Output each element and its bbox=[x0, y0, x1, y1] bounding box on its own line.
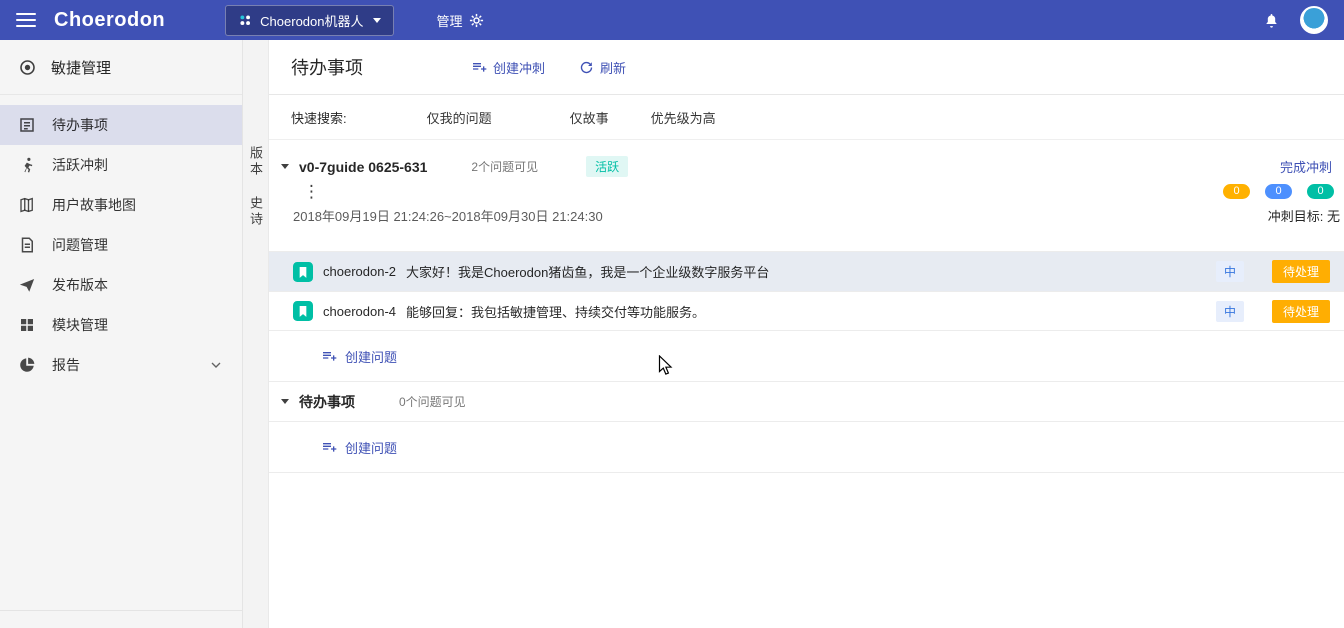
sprint-header: v0-7guide 0625-631 2个问题可见 活跃 完成冲刺 bbox=[269, 140, 1344, 181]
sidebar-item-story-map[interactable]: 用户故事地图 bbox=[0, 185, 242, 225]
report-pie-icon bbox=[18, 356, 36, 374]
sprint-meta-row: ⋮ 0 0 0 bbox=[269, 181, 1344, 200]
create-issue-button[interactable]: 创建问题 bbox=[269, 331, 1344, 382]
filter-high-priority[interactable]: 优先级为高 bbox=[651, 108, 716, 127]
backlog-section: 待办事项 0个问题可见 创建问题 bbox=[269, 382, 1344, 473]
filter-only-stories[interactable]: 仅故事 bbox=[570, 108, 609, 127]
status-badge: 待处理 bbox=[1272, 300, 1330, 323]
create-issue-button[interactable]: 创建问题 bbox=[269, 422, 1344, 473]
project-selector[interactable]: Choerodon机器人 bbox=[225, 5, 394, 36]
todo-counter-badge: 0 bbox=[1223, 184, 1250, 199]
quick-search-label: 快速搜索: bbox=[291, 108, 347, 127]
paper-plane-icon bbox=[18, 276, 36, 294]
quick-search-bar: 快速搜索: 仅我的问题 仅故事 优先级为高 bbox=[269, 95, 1344, 140]
document-icon bbox=[18, 236, 36, 254]
menu-icon[interactable] bbox=[16, 13, 36, 27]
backlog-visible-count: 0个问题可见 bbox=[399, 393, 466, 410]
issue-key: choerodon-4 bbox=[323, 304, 396, 319]
sidebar-title-label: 敏捷管理 bbox=[51, 57, 111, 78]
sidebar: 敏捷管理 待办事项 活跃冲刺 用户故事地图 bbox=[0, 40, 243, 628]
project-icon bbox=[238, 13, 252, 27]
admin-button[interactable]: 管理 bbox=[436, 11, 483, 30]
sprint-date-range: 2018年09月19日 21:24:26~2018年09月30日 21:24:3… bbox=[293, 206, 603, 225]
sidebar-footer bbox=[0, 610, 242, 628]
sidebar-item-module-manage[interactable]: 模块管理 bbox=[0, 305, 242, 345]
sprint-goal: 冲刺目标: 无 bbox=[1268, 206, 1340, 225]
sidebar-item-reports[interactable]: 报告 bbox=[0, 345, 242, 385]
user-avatar[interactable] bbox=[1300, 6, 1328, 34]
sidebar-title: 敏捷管理 bbox=[0, 40, 242, 95]
sidebar-item-label: 发布版本 bbox=[52, 275, 108, 295]
priority-badge: 中 bbox=[1216, 301, 1244, 322]
status-badge: 待处理 bbox=[1272, 260, 1330, 283]
gear-icon bbox=[469, 13, 484, 28]
top-navbar: Choerodon Choerodon机器人 管理 bbox=[0, 0, 1344, 40]
backlog-name: 待办事项 bbox=[299, 392, 355, 412]
sidebar-item-issue-manage[interactable]: 问题管理 bbox=[0, 225, 242, 265]
priority-badge: 中 bbox=[1216, 261, 1244, 282]
chevron-down-icon bbox=[373, 18, 381, 23]
chevron-down-icon bbox=[208, 357, 224, 373]
sidebar-item-label: 问题管理 bbox=[52, 235, 108, 255]
collapse-caret-icon[interactable] bbox=[281, 164, 289, 169]
done-counter-badge: 0 bbox=[1307, 184, 1334, 199]
story-type-icon bbox=[293, 301, 313, 321]
issue-summary: 大家好！我是Choerodon猪齿鱼，我是一个企业级数字服务平台 bbox=[406, 262, 769, 281]
sprint-section: v0-7guide 0625-631 2个问题可见 活跃 完成冲刺 ⋮ 0 0 … bbox=[269, 140, 1344, 382]
sidebar-item-active-sprint[interactable]: 活跃冲刺 bbox=[0, 145, 242, 185]
more-options-icon[interactable]: ⋮ bbox=[303, 183, 320, 200]
notifications-bell-icon[interactable] bbox=[1263, 12, 1280, 29]
issue-key: choerodon-2 bbox=[323, 264, 396, 279]
issue-counters: 0 0 0 bbox=[1223, 184, 1334, 199]
collapsed-panels-strip: 版本 史诗 bbox=[243, 40, 269, 628]
sprint-dates-row: 2018年09月19日 21:24:26~2018年09月30日 21:24:3… bbox=[269, 200, 1344, 237]
app-logo: Choerodon bbox=[54, 9, 165, 32]
playlist-add-icon bbox=[321, 348, 337, 364]
playlist-add-icon bbox=[321, 439, 337, 455]
sidebar-item-label: 模块管理 bbox=[52, 315, 108, 335]
modules-grid-icon bbox=[18, 316, 36, 334]
refresh-button[interactable]: 刷新 bbox=[579, 58, 626, 77]
sidebar-item-label: 报告 bbox=[52, 355, 80, 375]
backlog-header: 待办事项 0个问题可见 bbox=[269, 382, 1344, 422]
sprint-name: v0-7guide 0625-631 bbox=[299, 159, 427, 175]
page-header: 待办事项 创建冲刺 刷新 bbox=[269, 40, 1344, 95]
complete-sprint-button[interactable]: 完成冲刺 bbox=[1280, 157, 1334, 176]
sidebar-item-backlog[interactable]: 待办事项 bbox=[0, 105, 242, 145]
sidebar-item-release[interactable]: 发布版本 bbox=[0, 265, 242, 305]
issue-row[interactable]: choerodon-4 能够回复：我包括敏捷管理、持续交付等功能服务。 中 待处… bbox=[269, 291, 1344, 331]
epic-panel-tab[interactable]: 史诗 bbox=[244, 192, 267, 232]
create-sprint-button[interactable]: 创建冲刺 bbox=[471, 58, 545, 77]
issue-list: choerodon-2 大家好！我是Choerodon猪齿鱼，我是一个企业级数字… bbox=[269, 251, 1344, 331]
collapse-caret-icon[interactable] bbox=[281, 399, 289, 404]
admin-label: 管理 bbox=[436, 11, 462, 30]
issue-row[interactable]: choerodon-2 大家好！我是Choerodon猪齿鱼，我是一个企业级数字… bbox=[269, 251, 1344, 291]
sprint-runner-icon bbox=[18, 156, 36, 174]
sprint-visible-count: 2个问题可见 bbox=[471, 158, 538, 175]
sidebar-item-label: 活跃冲刺 bbox=[52, 155, 108, 175]
backlog-icon bbox=[18, 116, 36, 134]
version-panel-tab[interactable]: 版本 bbox=[244, 142, 267, 182]
issue-summary: 能够回复：我包括敏捷管理、持续交付等功能服务。 bbox=[406, 302, 705, 321]
project-selector-label: Choerodon机器人 bbox=[260, 11, 363, 30]
sidebar-item-label: 待办事项 bbox=[52, 115, 108, 135]
playlist-add-icon bbox=[471, 59, 487, 75]
story-type-icon bbox=[293, 262, 313, 282]
story-map-icon bbox=[18, 196, 36, 214]
main-content: 待办事项 创建冲刺 刷新 快速搜索: 仅我的问题 仅故事 优先级为高 bbox=[269, 40, 1344, 628]
doing-counter-badge: 0 bbox=[1265, 184, 1292, 199]
sprint-status-badge: 活跃 bbox=[586, 156, 628, 177]
sidebar-item-label: 用户故事地图 bbox=[52, 195, 136, 215]
filter-only-my-issues[interactable]: 仅我的问题 bbox=[427, 108, 492, 127]
agile-module-icon bbox=[18, 58, 37, 77]
page-title: 待办事项 bbox=[291, 54, 363, 80]
refresh-icon bbox=[579, 60, 594, 75]
sidebar-menu: 待办事项 活跃冲刺 用户故事地图 问题管理 bbox=[0, 95, 242, 610]
